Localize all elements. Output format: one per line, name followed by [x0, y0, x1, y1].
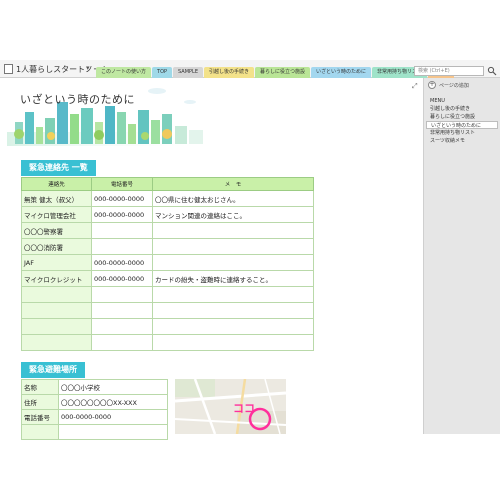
- shelter-value[interactable]: [58, 424, 168, 440]
- search-icon[interactable]: [487, 66, 497, 76]
- shelter-value[interactable]: 〇〇〇小学校: [58, 379, 168, 395]
- contact-name[interactable]: [21, 318, 92, 335]
- page-item[interactable]: スーツ収納メモ: [426, 137, 498, 145]
- shelter-label: [21, 424, 59, 440]
- shelter-value[interactable]: 〇〇〇〇〇〇〇〇XX-XXX: [58, 394, 168, 410]
- contact-name[interactable]: [21, 286, 92, 303]
- contact-name[interactable]: マイクロクレジット: [21, 270, 92, 287]
- shelter-label: 名称: [21, 379, 59, 395]
- page-list: MENU 引越し後の手続き 暮らしに役立つ施設 いざという時のために 非常用持ち…: [426, 97, 498, 145]
- contact-phone[interactable]: [91, 238, 153, 255]
- shelter-heading: 緊急避難場所: [21, 362, 85, 378]
- page-item[interactable]: 引越し後の手続き: [426, 105, 498, 113]
- contact-phone[interactable]: [91, 286, 153, 303]
- table-header-row: 連絡先 電話番号 メ モ: [21, 177, 314, 191]
- add-page-button[interactable]: + ページの追加: [428, 81, 469, 89]
- section-tabs: このノートの使い方 TOP SAMPLE 引越し後の手続き 暮らしに役立つ施設 …: [96, 67, 465, 78]
- tab-facilities[interactable]: 暮らしに役立つ施設: [255, 67, 311, 78]
- map-marker-label: ココ: [233, 402, 255, 415]
- page-list-pane: + ページの追加 MENU 引越し後の手続き 暮らしに役立つ施設 いざという時の…: [423, 78, 500, 434]
- page-item[interactable]: いざという時のために: [426, 121, 498, 129]
- contact-phone[interactable]: 000-0000-0000: [91, 270, 153, 287]
- contact-phone[interactable]: [91, 222, 153, 239]
- shelter-map[interactable]: ココ: [175, 379, 286, 434]
- tab-emergency[interactable]: いざという時のために: [311, 67, 372, 78]
- table-row: 〇〇〇消防署: [21, 238, 314, 255]
- contact-memo[interactable]: 〇〇県に住む健太おじさん。: [152, 190, 314, 207]
- contact-memo[interactable]: [152, 302, 314, 319]
- table-row: 電話番号 000-0000-0000: [21, 409, 168, 425]
- shelter-table: 名称 〇〇〇小学校 住所 〇〇〇〇〇〇〇〇XX-XXX 電話番号 000-0000-0…: [21, 379, 168, 440]
- contact-memo[interactable]: [152, 334, 314, 351]
- contact-name[interactable]: JAF: [21, 254, 92, 271]
- contact-name[interactable]: [21, 334, 92, 351]
- column-header: 連絡先: [21, 177, 92, 191]
- page-item[interactable]: MENU: [426, 97, 498, 105]
- contact-name[interactable]: 〇〇〇消防署: [21, 238, 92, 255]
- table-row: [21, 302, 314, 319]
- contact-name[interactable]: マイクロ管理会社: [21, 206, 92, 223]
- contact-memo[interactable]: カードの紛失・盗難時に連絡すること。: [152, 270, 314, 287]
- contact-memo[interactable]: [152, 238, 314, 255]
- tab-sample[interactable]: SAMPLE: [173, 67, 203, 78]
- add-page-label: ページの追加: [439, 82, 469, 89]
- page-title: いざという時のために: [20, 93, 135, 106]
- contact-phone[interactable]: 000-0000-0000: [91, 190, 153, 207]
- contact-name[interactable]: 〇〇〇警察署: [21, 222, 92, 239]
- table-row: 無策 健太（叔父） 000-0000-0000 〇〇県に住む健太おじさん。: [21, 190, 314, 207]
- contact-memo[interactable]: [152, 286, 314, 303]
- tab-top[interactable]: TOP: [152, 67, 173, 78]
- plus-icon: +: [428, 81, 436, 89]
- page-item[interactable]: 暮らしに役立つ施設: [426, 113, 498, 121]
- table-row: 住所 〇〇〇〇〇〇〇〇XX-XXX: [21, 394, 168, 410]
- contact-name[interactable]: 無策 健太（叔父）: [21, 190, 92, 207]
- search-input[interactable]: 検索 (Ctrl+E): [414, 66, 484, 76]
- table-row: [21, 334, 314, 351]
- contact-phone[interactable]: [91, 302, 153, 319]
- page-banner: いざという時のために: [7, 82, 250, 146]
- shelter-value[interactable]: 000-0000-0000: [58, 409, 168, 425]
- column-header: メ モ: [152, 177, 314, 191]
- table-row: マイクロ管理会社 000-0000-0000 マンション関連の連絡はここ。: [21, 206, 314, 223]
- column-header: 電話番号: [91, 177, 153, 191]
- shelter-label: 電話番号: [21, 409, 59, 425]
- table-row: [21, 286, 314, 303]
- tab-usage[interactable]: このノートの使い方: [96, 67, 152, 78]
- contacts-heading: 緊急連絡先 一覧: [21, 160, 96, 176]
- contact-memo[interactable]: [152, 222, 314, 239]
- tab-procedures[interactable]: 引越し後の手続き: [204, 67, 255, 78]
- expand-icon[interactable]: ⤢: [412, 82, 418, 91]
- shelter-label: 住所: [21, 394, 59, 410]
- table-row: [21, 318, 314, 335]
- contact-phone[interactable]: 000-0000-0000: [91, 254, 153, 271]
- contact-phone[interactable]: [91, 334, 153, 351]
- contacts-table: 連絡先 電話番号 メ モ 無策 健太（叔父） 000-0000-0000 〇〇県に住…: [21, 177, 314, 351]
- contact-memo[interactable]: [152, 254, 314, 271]
- contact-phone[interactable]: 000-0000-0000: [91, 206, 153, 223]
- notebook-icon[interactable]: [4, 64, 13, 74]
- table-row: JAF 000-0000-0000: [21, 254, 314, 271]
- table-row: [21, 424, 168, 440]
- table-row: 〇〇〇警察署: [21, 222, 314, 239]
- contact-memo[interactable]: マンション関連の連絡はここ。: [152, 206, 314, 223]
- page-item[interactable]: 非常用持ち物リスト: [426, 129, 498, 137]
- contact-memo[interactable]: [152, 318, 314, 335]
- table-row: 名称 〇〇〇小学校: [21, 379, 168, 395]
- contact-name[interactable]: [21, 302, 92, 319]
- chevron-down-icon[interactable]: ▾: [86, 64, 90, 72]
- contact-phone[interactable]: [91, 318, 153, 335]
- map-image: ココ: [175, 379, 286, 434]
- table-row: マイクロクレジット 000-0000-0000 カードの紛失・盗難時に連絡すること。: [21, 270, 314, 287]
